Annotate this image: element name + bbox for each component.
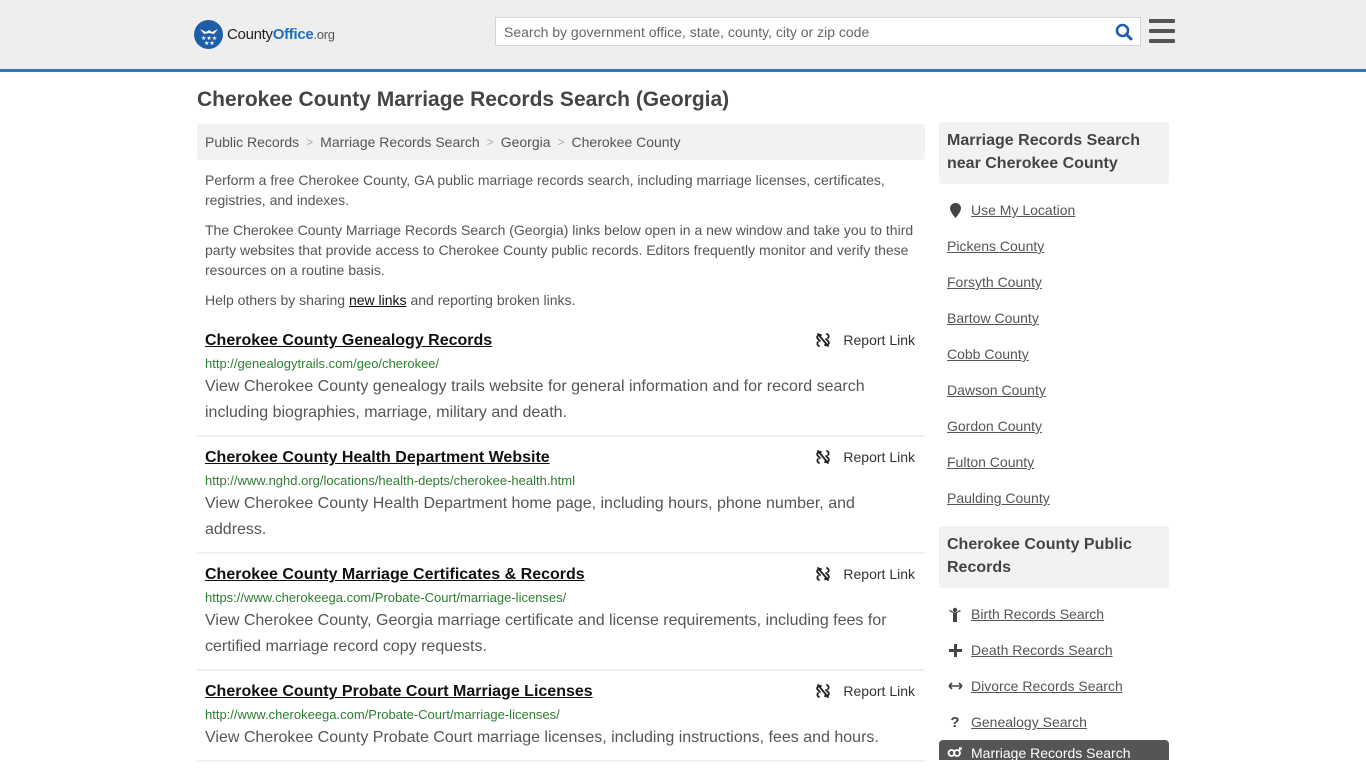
result-url: https://www.cherokeega.com/Probate-Court… — [205, 590, 567, 605]
genealogy-search-link[interactable]: Genealogy Search — [971, 714, 1087, 730]
result-title-link[interactable]: Cherokee County Health Department Websit… — [205, 447, 550, 469]
report-link-button[interactable]: Report Link — [815, 449, 915, 465]
plus-icon — [947, 643, 963, 657]
result-title-link[interactable]: Cherokee County Genealogy Records — [205, 330, 492, 352]
nearby-county-item: Dawson County — [947, 372, 1169, 408]
breadcrumb: Public Records > Marriage Records Search… — [197, 124, 925, 160]
birth-records-link[interactable]: Birth Records Search — [971, 606, 1104, 622]
result-description: View Cherokee County Probate Court marri… — [205, 729, 879, 746]
public-record-item: Death Records Search — [947, 632, 1169, 668]
public-records-list: Birth Records Search Death Records Searc… — [939, 588, 1169, 740]
result-description: View Cherokee County Health Department h… — [205, 495, 855, 538]
breadcrumb-separator: > — [306, 135, 314, 149]
hamburger-menu-icon[interactable] — [1149, 19, 1175, 43]
page-title: Cherokee County Marriage Records Search … — [197, 88, 730, 111]
search-input[interactable] — [496, 18, 1108, 45]
result-url: http://www.cherokeega.com/Probate-Court/… — [205, 707, 560, 722]
svg-text:★★: ★★ — [204, 40, 215, 45]
site-logo[interactable]: ★★★ ★★ CountyOffice.org — [194, 20, 335, 49]
use-my-location-link[interactable]: Use My Location — [971, 202, 1075, 218]
nearby-county-link[interactable]: Pickens County — [947, 238, 1044, 254]
breadcrumb-separator: > — [486, 135, 494, 149]
report-link-button[interactable]: Report Link — [815, 683, 915, 699]
breadcrumb-marriage-records-search[interactable]: Marriage Records Search — [320, 134, 480, 150]
nearby-heading: Marriage Records Search near Cherokee Co… — [939, 122, 1169, 184]
death-records-link[interactable]: Death Records Search — [971, 642, 1113, 658]
result-description: View Cherokee County genealogy trails we… — [205, 378, 865, 421]
search-button[interactable] — [1108, 18, 1140, 45]
public-record-item: Divorce Records Search — [947, 668, 1169, 704]
nearby-county-link[interactable]: Fulton County — [947, 454, 1034, 470]
result-item: Cherokee County Marriage Certificates & … — [197, 554, 925, 671]
nearby-county-link[interactable]: Cobb County — [947, 346, 1029, 362]
map-marker-icon — [947, 202, 963, 218]
result-url: http://www.nghd.org/locations/health-dep… — [205, 473, 575, 488]
search-icon — [1115, 23, 1133, 40]
child-icon — [947, 607, 963, 622]
search-bar — [495, 17, 1141, 46]
nearby-county-item: Forsyth County — [947, 264, 1169, 300]
result-title-link[interactable]: Cherokee County Probate Court Marriage L… — [205, 681, 593, 703]
public-records-heading: Cherokee County Public Records — [939, 526, 1169, 588]
broken-link-icon — [816, 567, 831, 581]
nearby-county-item: Bartow County — [947, 300, 1169, 336]
intro-text: Perform a free Cherokee County, GA publi… — [197, 170, 925, 310]
eagle-stars-icon: ★★★ ★★ — [194, 20, 223, 49]
public-record-item: Birth Records Search — [947, 596, 1169, 632]
help-paragraph: Help others by sharing new links and rep… — [205, 292, 576, 308]
nearby-county-item: Gordon County — [947, 408, 1169, 444]
nearby-list: Use My Location Pickens County Forsyth C… — [939, 184, 1169, 526]
results-list: Cherokee County Genealogy Records Report… — [197, 320, 925, 762]
divorce-records-link[interactable]: Divorce Records Search — [971, 678, 1123, 694]
site-header: ★★★ ★★ CountyOffice.org — [0, 0, 1366, 72]
broken-link-icon — [816, 450, 831, 464]
result-url: http://genealogytrails.com/geo/cherokee/ — [205, 356, 440, 371]
result-item: Cherokee County Probate Court Marriage L… — [197, 671, 925, 762]
broken-link-icon — [816, 684, 831, 698]
nearby-county-link[interactable]: Gordon County — [947, 418, 1042, 434]
report-link-button[interactable]: Report Link — [815, 566, 915, 582]
main-content: Public Records > Marriage Records Search… — [197, 124, 925, 762]
gender-icon — [947, 746, 963, 760]
public-record-item: ? Genealogy Search — [947, 704, 1169, 740]
new-links-link[interactable]: new links — [349, 292, 407, 308]
question-icon: ? — [950, 713, 960, 731]
nearby-county-item: Fulton County — [947, 444, 1169, 480]
nearby-county-link[interactable]: Paulding County — [947, 490, 1050, 506]
nearby-county-link[interactable]: Forsyth County — [947, 274, 1042, 290]
use-my-location-item: Use My Location — [947, 192, 1169, 228]
sidebar: Marriage Records Search near Cherokee Co… — [939, 122, 1169, 760]
report-link-button[interactable]: Report Link — [815, 332, 915, 348]
result-description: View Cherokee County, Georgia marriage c… — [205, 612, 887, 655]
breadcrumb-public-records[interactable]: Public Records — [205, 134, 299, 150]
result-title-link[interactable]: Cherokee County Marriage Certificates & … — [205, 564, 585, 586]
breadcrumb-georgia[interactable]: Georgia — [501, 134, 551, 150]
result-item: Cherokee County Genealogy Records Report… — [197, 320, 925, 437]
nearby-county-item: Paulding County — [947, 480, 1169, 516]
nearby-county-link[interactable]: Bartow County — [947, 310, 1039, 326]
intro-paragraph: Perform a free Cherokee County, GA publi… — [205, 172, 885, 208]
result-item: Cherokee County Health Department Websit… — [197, 437, 925, 554]
arrows-horizontal-icon — [947, 681, 963, 691]
logo-text: CountyOffice.org — [227, 26, 335, 43]
broken-link-icon — [816, 333, 831, 347]
breadcrumb-separator: > — [557, 135, 565, 149]
nearby-county-item: Cobb County — [947, 336, 1169, 372]
marriage-records-active-item[interactable]: Marriage Records Search — [939, 740, 1169, 760]
nearby-county-link[interactable]: Dawson County — [947, 382, 1046, 398]
nearby-county-item: Pickens County — [947, 228, 1169, 264]
breadcrumb-cherokee-county[interactable]: Cherokee County — [572, 134, 681, 150]
intro-paragraph: The Cherokee County Marriage Records Sea… — [205, 222, 914, 278]
